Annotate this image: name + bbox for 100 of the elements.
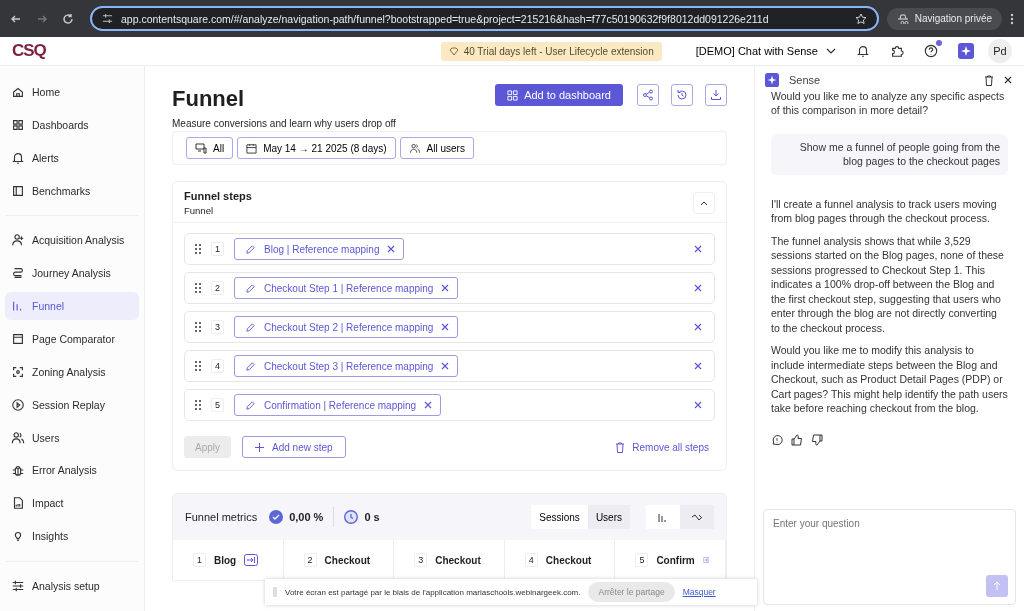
chat-title: Sense <box>789 74 821 86</box>
sidebar-item[interactable]: Alerts <box>5 143 139 172</box>
sidebar-item[interactable]: Impact <box>5 489 139 518</box>
add-step-button[interactable]: Add new step <box>242 436 346 458</box>
close-icon[interactable] <box>424 401 433 409</box>
person-plus-icon <box>11 233 25 248</box>
step-chip[interactable]: Checkout Step 3 | Reference mapping <box>234 355 459 377</box>
trial-badge[interactable]: 40 Trial days left - User Lifecycle extension <box>440 41 662 61</box>
download-button[interactable] <box>705 84 727 106</box>
history-button[interactable] <box>671 84 693 106</box>
sidebar-item[interactable]: Analysis setup <box>5 572 139 600</box>
sidebar-item[interactable]: Home <box>5 78 139 106</box>
more-icon[interactable] <box>1010 12 1014 25</box>
step-chip[interactable]: Checkout Step 1 | Reference mapping <box>234 277 459 299</box>
sidebar-item[interactable]: Benchmarks <box>5 176 139 205</box>
step-chip[interactable]: Confirmation | Reference mapping <box>234 394 442 416</box>
sidebar-item[interactable]: Zoning Analysis <box>5 357 139 386</box>
drag-handle-icon[interactable] <box>195 244 201 254</box>
chat-bubble-icon[interactable] <box>771 433 783 446</box>
remove-all-steps-button[interactable]: Remove all steps <box>609 440 715 454</box>
sidebar-item[interactable]: Funnel <box>5 292 139 320</box>
close-icon[interactable] <box>694 401 702 409</box>
sidebar-item[interactable]: Acquisition Analysis <box>5 226 139 255</box>
sidebar-item[interactable]: Page Comparator <box>5 325 139 353</box>
thumbs-up-icon[interactable] <box>791 433 803 446</box>
pencil-icon[interactable] <box>245 282 256 294</box>
close-icon[interactable] <box>441 284 450 292</box>
puzzle-icon[interactable] <box>890 44 904 58</box>
close-icon[interactable] <box>694 362 702 370</box>
close-icon[interactable] <box>1004 76 1012 84</box>
share-icon <box>642 89 654 101</box>
sidebar-item[interactable]: Dashboards <box>5 110 139 139</box>
sidebar-item[interactable]: Users <box>5 423 139 452</box>
step-label: Checkout Step 1 | Reference mapping <box>264 282 434 294</box>
step-number: 3 <box>211 320 224 334</box>
page-subtitle: Measure conversions and learn why users drop off <box>172 118 397 129</box>
toggle-button[interactable]: Sessions <box>531 505 588 529</box>
arrow-to-line-icon[interactable] <box>244 554 259 566</box>
drag-handle-icon[interactable] <box>195 283 201 293</box>
close-icon[interactable] <box>694 245 702 253</box>
step-chip[interactable]: Checkout Step 2 | Reference mapping <box>234 316 459 338</box>
pencil-icon[interactable] <box>245 243 256 255</box>
filter-button[interactable]: All users <box>399 137 474 159</box>
step-label: Confirmation | Reference mapping <box>264 399 417 411</box>
logo[interactable]: CSQ <box>12 41 46 61</box>
pencil-icon[interactable] <box>245 360 256 372</box>
step-chip[interactable]: Blog | Reference mapping <box>234 238 405 260</box>
assistant-message: Would you like me to analyze any specific aspects of this comparison in more detail? <box>771 89 1006 118</box>
reload-icon[interactable] <box>62 12 74 25</box>
step-number: 3 <box>414 553 428 567</box>
close-icon[interactable] <box>441 323 450 331</box>
sparkle-icon[interactable] <box>958 43 974 59</box>
grid-icon <box>507 89 519 101</box>
star-icon[interactable] <box>854 12 867 25</box>
card-title: Funnel metrics <box>185 511 258 523</box>
step-number: 5 <box>635 553 649 567</box>
step-label: Blog | Reference mapping <box>264 243 380 255</box>
assistant-message: Would you like me to modify this analysis to include intermediate steps between the Blog and Checkout, such as Product Detail Pages (PDP) or Cart pages? This might help identify the path users take before reaching checkout from the blog. <box>771 343 1008 416</box>
bar-chart-button[interactable] <box>646 505 680 529</box>
drag-handle-icon[interactable] <box>195 400 201 410</box>
report-icon <box>11 496 25 511</box>
close-icon[interactable] <box>441 362 450 370</box>
bell-icon[interactable] <box>856 44 870 58</box>
project-selector[interactable]: [DEMO] Chat with Sense <box>695 45 836 57</box>
pencil-icon[interactable] <box>245 399 256 411</box>
trash-icon[interactable] <box>984 74 994 86</box>
route-icon <box>11 266 25 281</box>
bell-icon <box>11 150 25 165</box>
question-field[interactable]: Enter your question <box>763 509 1016 605</box>
devices-icon <box>195 142 207 154</box>
sidebar-item[interactable]: Error Analysis <box>5 456 139 485</box>
bar-chart-icon <box>658 512 668 522</box>
filter-button[interactable]: All <box>186 137 234 159</box>
hide-link[interactable]: Masquer <box>682 587 716 597</box>
step-label: Checkout Step 3 | Reference mapping <box>264 360 434 372</box>
add-to-dashboard-button[interactable]: Add to dashboard <box>495 84 623 106</box>
sidebar-item[interactable]: Insights <box>5 522 139 551</box>
toggle-button[interactable]: Users <box>587 505 630 529</box>
chevron-up-icon <box>700 200 708 206</box>
sidebar-item[interactable]: Session Replay <box>5 390 139 419</box>
drag-handle-icon[interactable] <box>273 587 277 597</box>
filter-button[interactable]: May 14 → 21 2025 (8 days) <box>237 137 396 159</box>
address-bar[interactable]: app.contentsquare.com/#/analyze/navigation-path/funnel?bootstrapped=true&project=215216&hash=f77c50190632f9f8012dd091226e211d <box>90 6 879 31</box>
close-icon[interactable] <box>694 323 702 331</box>
help-icon[interactable] <box>924 44 938 58</box>
drag-handle-icon[interactable] <box>195 361 201 371</box>
private-mode-badge[interactable]: Navigation privée <box>886 7 1002 30</box>
avatar[interactable]: Pd <box>988 39 1012 63</box>
download-icon <box>710 89 722 101</box>
card-subtitle: Funnel <box>184 205 215 216</box>
sidebar-item[interactable]: Journey Analysis <box>5 259 139 288</box>
share-button[interactable] <box>637 84 659 106</box>
column-header: Confirm <box>656 554 695 566</box>
calendar-icon <box>246 142 258 154</box>
pencil-icon[interactable] <box>245 321 256 333</box>
trend-icon <box>691 512 703 522</box>
close-icon[interactable] <box>694 284 702 292</box>
drag-handle-icon[interactable] <box>195 322 201 332</box>
close-icon[interactable] <box>387 245 396 253</box>
thumbs-down-icon[interactable] <box>811 433 823 446</box>
